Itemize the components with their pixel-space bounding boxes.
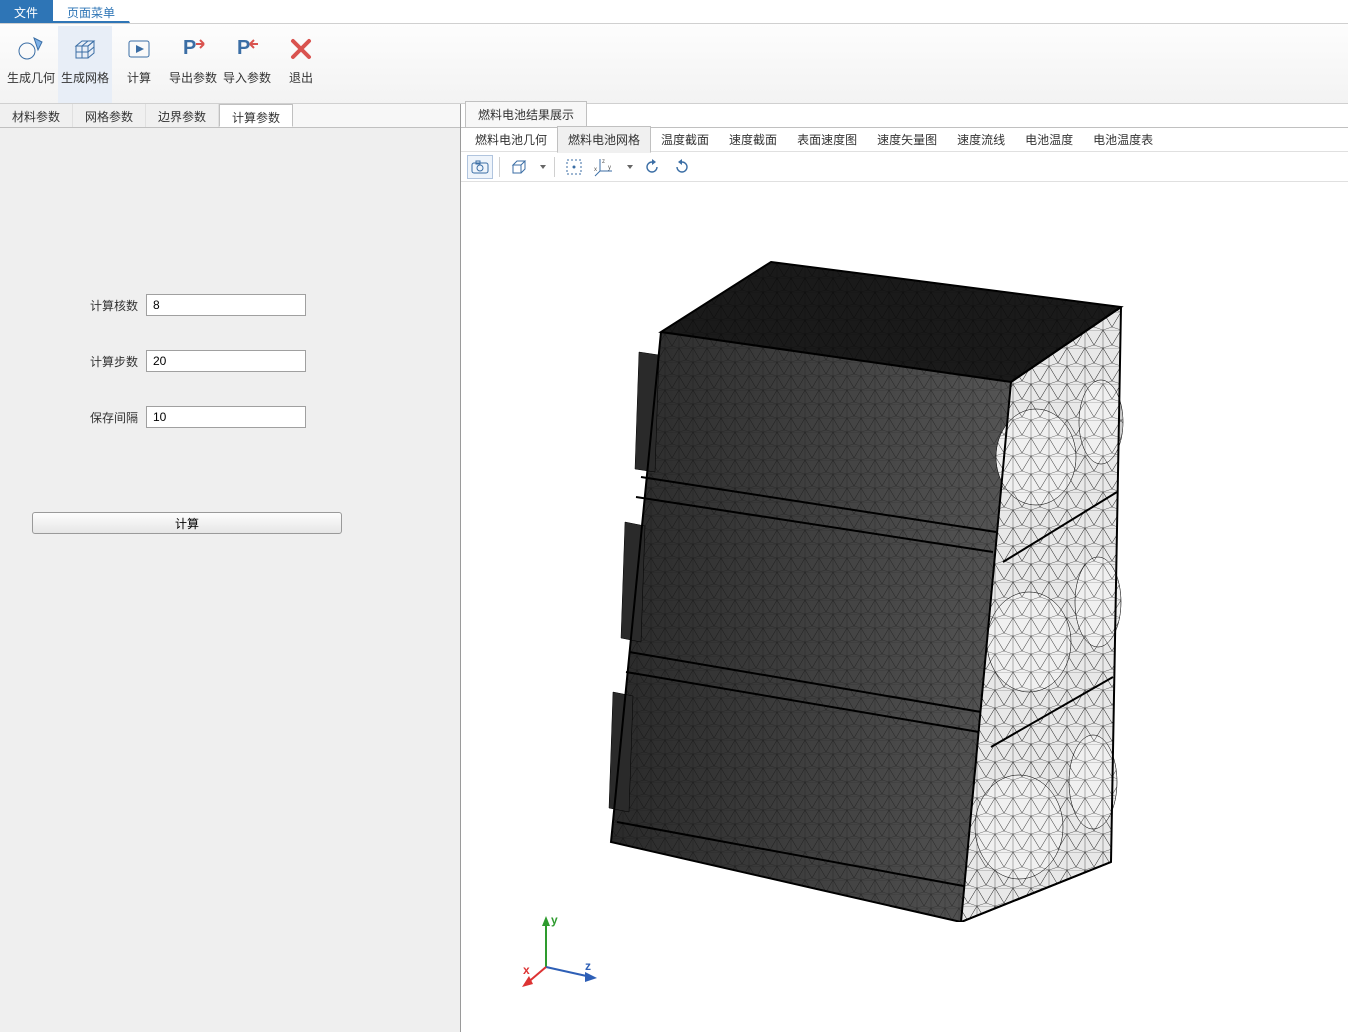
ribbon-export-params[interactable]: P 导出参数 — [166, 26, 220, 103]
cores-input[interactable] — [146, 294, 306, 316]
subtab-geometry[interactable]: 燃料电池几何 — [465, 127, 557, 152]
ribbon-export-params-label: 导出参数 — [169, 69, 217, 86]
subtab-velocity-vector[interactable]: 速度矢量图 — [867, 127, 947, 152]
geometry-icon — [16, 31, 46, 67]
results-tabstrip: 燃料电池结果展示 — [461, 104, 1348, 128]
rotate-cw-icon[interactable] — [669, 155, 695, 179]
cube-view-icon[interactable] — [506, 155, 532, 179]
left-tabstrip: 材料参数 网格参数 边界参数 计算参数 — [0, 104, 460, 128]
tab-boundary-params[interactable]: 边界参数 — [146, 104, 219, 127]
menu-page-menu[interactable]: 页面菜单 — [53, 0, 130, 23]
steps-label: 计算步数 — [76, 353, 146, 370]
camera-icon[interactable] — [467, 155, 493, 179]
ribbon-compute[interactable]: 计算 — [112, 26, 166, 103]
ribbon-import-params[interactable]: P 导入参数 — [220, 26, 274, 103]
exit-icon — [286, 31, 316, 67]
ribbon-generate-mesh-label: 生成网格 — [61, 69, 109, 86]
ribbon-import-params-label: 导入参数 — [223, 69, 271, 86]
axes-orientation-icon[interactable]: zy x — [591, 155, 619, 179]
axes-triad: y z x — [521, 912, 601, 992]
cores-label: 计算核数 — [76, 297, 146, 314]
tab-results-display[interactable]: 燃料电池结果展示 — [465, 101, 587, 127]
tab-material-params[interactable]: 材料参数 — [0, 104, 73, 127]
main-area: 材料参数 网格参数 边界参数 计算参数 计算核数 计算步数 保存间隔 — [0, 104, 1348, 1032]
toolbar-separator — [499, 157, 500, 177]
viewer-toolbar: zy x — [461, 152, 1348, 182]
subtab-surface-velocity[interactable]: 表面速度图 — [787, 127, 867, 152]
svg-text:y: y — [608, 165, 611, 171]
svg-text:x: x — [594, 167, 597, 173]
compute-icon — [124, 31, 154, 67]
menu-bar: 文件 页面菜单 — [0, 0, 1348, 24]
cube-view-dropdown[interactable] — [536, 155, 548, 179]
menu-file[interactable]: 文件 — [0, 0, 53, 23]
compute-button[interactable]: 计算 — [32, 512, 342, 534]
ribbon-exit-label: 退出 — [289, 69, 313, 86]
save-interval-input[interactable] — [146, 406, 306, 428]
mesh-render-placeholder — [581, 222, 1141, 922]
ribbon-toolbar: 生成几何 生成网格 计算 P 导出参数 P 导入参数 — [0, 24, 1348, 104]
ribbon-generate-mesh[interactable]: 生成网格 — [58, 26, 112, 103]
compute-params-form: 计算核数 计算步数 保存间隔 计算 — [0, 128, 460, 1032]
export-icon: P — [178, 31, 208, 67]
right-panel: 燃料电池结果展示 燃料电池几何 燃料电池网格 温度截面 速度截面 表面速度图 速… — [461, 104, 1348, 1032]
chevron-down-icon — [540, 165, 546, 169]
mesh-icon — [70, 31, 100, 67]
subtab-mesh[interactable]: 燃料电池网格 — [557, 126, 651, 153]
ribbon-compute-label: 计算 — [127, 69, 151, 86]
zoom-extents-icon[interactable] — [561, 155, 587, 179]
axis-x-label: x — [523, 963, 530, 977]
subtab-battery-temp-table[interactable]: 电池温度表 — [1083, 127, 1163, 152]
subtab-velocity-section[interactable]: 速度截面 — [719, 127, 787, 152]
save-interval-label: 保存间隔 — [76, 409, 146, 426]
toolbar-separator — [554, 157, 555, 177]
left-panel: 材料参数 网格参数 边界参数 计算参数 计算核数 计算步数 保存间隔 — [0, 104, 461, 1032]
subtab-velocity-streamline[interactable]: 速度流线 — [947, 127, 1015, 152]
axis-z-label: z — [585, 959, 591, 973]
3d-viewer[interactable]: y z x — [461, 182, 1348, 1032]
svg-text:z: z — [602, 159, 605, 165]
import-icon: P — [232, 31, 262, 67]
tab-mesh-params[interactable]: 网格参数 — [73, 104, 146, 127]
rotate-ccw-icon[interactable] — [639, 155, 665, 179]
svg-text:P: P — [237, 37, 250, 59]
subtab-temp-section[interactable]: 温度截面 — [651, 127, 719, 152]
ribbon-generate-geometry[interactable]: 生成几何 — [4, 26, 58, 103]
tab-compute-params[interactable]: 计算参数 — [219, 104, 293, 127]
subtab-battery-temp[interactable]: 电池温度 — [1015, 127, 1083, 152]
axes-dropdown[interactable] — [623, 155, 635, 179]
svg-text:P: P — [183, 37, 196, 59]
ribbon-generate-geometry-label: 生成几何 — [7, 69, 55, 86]
results-sub-tabs: 燃料电池几何 燃料电池网格 温度截面 速度截面 表面速度图 速度矢量图 速度流线… — [461, 128, 1348, 152]
chevron-down-icon — [627, 165, 633, 169]
ribbon-exit[interactable]: 退出 — [274, 26, 328, 103]
steps-input[interactable] — [146, 350, 306, 372]
axis-y-label: y — [551, 913, 558, 927]
